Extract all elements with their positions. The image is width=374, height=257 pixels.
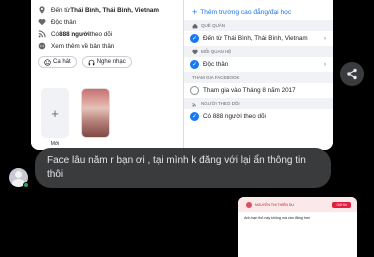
hobbies: Ca hát Nghe nhạc xyxy=(31,56,183,68)
profile-intro-panel: Đến từ Thái Bình, Thái Bình, Vietnam Độc… xyxy=(31,0,184,150)
plus-icon: + xyxy=(51,105,59,121)
option-label: Đến từ Thái Bình, Thái Bình, Vietnam xyxy=(203,35,308,42)
plus-icon: + xyxy=(192,7,198,17)
section-header-joined: THAM GIA FACEBOOK xyxy=(184,72,333,83)
thumbnail-name: NGUYỄN THỊ THIÊN DU xyxy=(255,202,294,207)
share-icon xyxy=(347,68,357,80)
edit-details-panel: + Thêm trường cao đẳng/đại học QUÊ QUÁN … xyxy=(184,0,333,150)
hobby-label: Ca hát xyxy=(53,59,71,65)
info-bold: Thái Bình, Thái Bình, Vietnam xyxy=(70,6,160,14)
unchecked-circle-icon xyxy=(190,86,199,95)
checkmark-icon: ✓ xyxy=(190,34,199,43)
more-icon xyxy=(38,42,46,50)
see-more-label: Xem thêm về bản thân xyxy=(51,42,115,50)
hobby-pill[interactable]: Ca hát xyxy=(38,56,77,68)
thumbnail-chip: Gửi tin xyxy=(332,201,351,208)
message-bubble[interactable]: Face lâu năm r bạn ơi , tại mình k đăng … xyxy=(35,148,331,188)
info-row-more[interactable]: Xem thêm về bản thân xyxy=(31,40,183,52)
option-label: Tham gia vào Tháng 8 năm 2017 xyxy=(203,87,296,94)
info-row-followers: Có 888 người theo dõi xyxy=(31,28,183,40)
add-school-link[interactable]: + Thêm trường cao đẳng/đại học xyxy=(184,4,333,20)
add-school-label: Thêm trường cao đẳng/đại học xyxy=(200,8,292,16)
section-header-label: MỐI QUAN HỆ xyxy=(201,49,232,54)
rss-icon xyxy=(38,30,46,38)
section-header-label: QUÊ QUÁN xyxy=(201,23,226,28)
section-header-hometown: QUÊ QUÁN xyxy=(184,20,333,31)
checkmark-icon: ✓ xyxy=(190,112,199,121)
headphones-icon xyxy=(88,59,94,65)
face-icon xyxy=(44,58,51,66)
option-label: Độc thân xyxy=(203,61,229,68)
info-row-hometown: Đến từ Thái Bình, Thái Bình, Vietnam xyxy=(31,4,183,16)
featured-collections: + Mới xyxy=(41,88,110,147)
option-relationship[interactable]: ✓ Độc thân › xyxy=(184,57,333,72)
home-icon xyxy=(192,23,198,28)
add-featured-label: Mới xyxy=(50,141,60,147)
info-prefix: Độc thân xyxy=(51,18,77,26)
featured-photo[interactable] xyxy=(81,88,110,138)
section-header-relationship: MỐI QUAN HỆ xyxy=(184,46,333,57)
chevron-right-icon: › xyxy=(324,35,326,42)
option-followers[interactable]: ✓ Có 888 người theo dõi xyxy=(184,109,333,124)
heart-icon xyxy=(38,19,46,26)
info-prefix: Có xyxy=(51,30,60,38)
avatar xyxy=(246,201,252,208)
option-label: Có 888 người theo dõi xyxy=(203,113,266,120)
thumbnail-line: Anh bạn thủ này không mà cần đăng hơn xyxy=(244,216,311,220)
option-hometown[interactable]: ✓ Đến từ Thái Bình, Thái Bình, Vietnam › xyxy=(184,31,333,46)
attached-image-thumbnail[interactable]: NGUYỄN THỊ THIÊN DU Gửi tin Anh bạn thủ … xyxy=(238,197,357,257)
add-featured-button[interactable]: + Mới xyxy=(41,88,69,147)
info-row-relationship: Độc thân xyxy=(31,16,183,28)
heart-icon xyxy=(192,49,198,54)
attached-screenshot[interactable]: Đến từ Thái Bình, Thái Bình, Vietnam Độc… xyxy=(31,0,333,150)
option-joined[interactable]: Tham gia vào Tháng 8 năm 2017 xyxy=(184,83,333,98)
thumbnail-header: NGUYỄN THỊ THIÊN DU Gửi tin xyxy=(238,197,357,212)
hobby-label: Nghe nhạc xyxy=(96,59,126,65)
location-icon xyxy=(39,6,45,14)
info-bold: 888 người xyxy=(59,30,90,38)
section-header-label: NGƯỜI THEO DÕI xyxy=(201,101,240,106)
info-suffix: theo dõi xyxy=(89,30,113,38)
share-button[interactable] xyxy=(340,62,364,86)
rss-icon xyxy=(192,102,196,107)
hobby-pill[interactable]: Nghe nhạc xyxy=(81,56,132,68)
section-header-label: THAM GIA FACEBOOK xyxy=(192,75,240,80)
section-header-followers: NGƯỜI THEO DÕI xyxy=(184,98,333,109)
message-text: Face lâu năm r bạn ơi , tại mình k đăng … xyxy=(47,155,306,180)
info-prefix: Đến từ xyxy=(51,6,71,14)
online-status-dot xyxy=(23,182,29,188)
chevron-right-icon: › xyxy=(324,61,326,68)
checkmark-icon: ✓ xyxy=(190,60,199,69)
